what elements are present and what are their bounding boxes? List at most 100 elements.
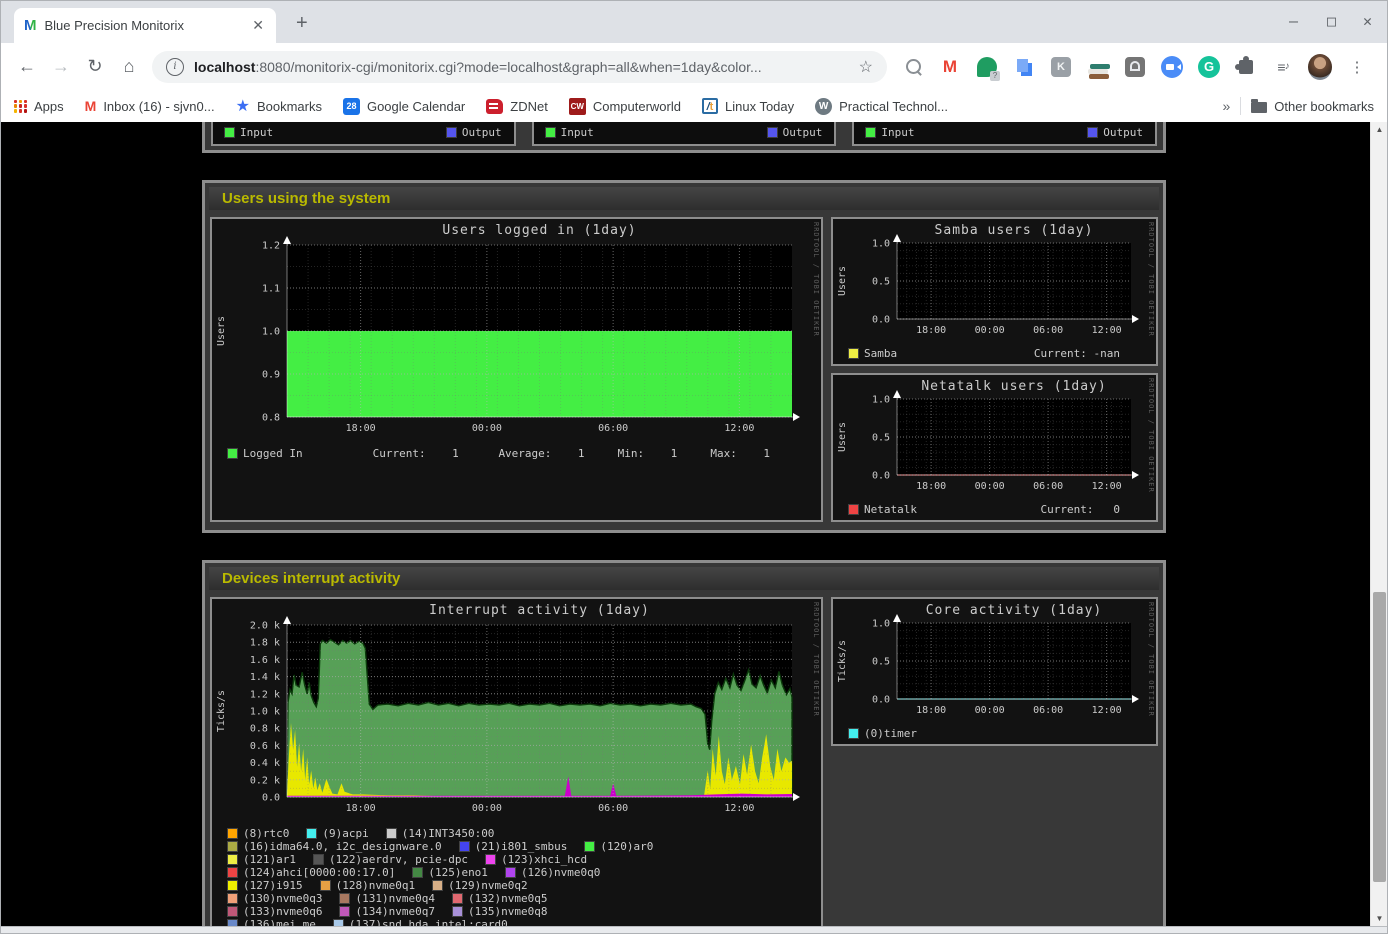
rrdtool-watermark: RRDTOOL / TOBI OETIKER: [1147, 222, 1155, 337]
page-info-icon[interactable]: i: [166, 58, 184, 76]
other-bookmarks[interactable]: Other bookmarks: [1251, 99, 1374, 114]
bookmark-zdnet[interactable]: ZDNet: [486, 99, 548, 114]
legend-item: (125)eno1: [413, 866, 488, 879]
library-extension-icon[interactable]: [1086, 55, 1110, 79]
zoom-camera-extension-icon[interactable]: [1160, 55, 1184, 79]
reload-button[interactable]: ↻: [78, 56, 112, 77]
hangouts-extension-icon[interactable]: [975, 55, 999, 79]
svg-text:12:00: 12:00: [724, 803, 754, 814]
bookmark-inbox[interactable]: MInbox (16) - sjvn0...: [85, 98, 215, 114]
svg-text:18:00: 18:00: [346, 803, 376, 814]
rrdtool-watermark: RRDTOOL / TOBI OETIKER: [812, 602, 820, 717]
zdnet-icon: [486, 99, 503, 114]
chart-legend: (8)rtc0(9)acpi(14)INT3450:00(16)idma64.0…: [212, 826, 821, 927]
home-button[interactable]: ⌂: [112, 56, 146, 77]
svg-text:0.9: 0.9: [262, 370, 280, 381]
svg-text:1.6 k: 1.6 k: [250, 655, 280, 666]
svg-text:Samba users (1day): Samba users (1day): [935, 223, 1094, 238]
svg-text:0.8 k: 0.8 k: [250, 724, 280, 735]
bookmark-computerworld[interactable]: CWComputerworld: [569, 98, 681, 115]
computerworld-icon: CW: [569, 98, 586, 115]
svg-text:1.8 k: 1.8 k: [250, 638, 280, 649]
apps-grid-icon: [14, 100, 27, 113]
window-bottom-edge: [0, 926, 1388, 934]
scroll-up-arrow[interactable]: ▲: [1371, 122, 1388, 138]
page-content: Input Output Input Output Input Output U…: [0, 122, 1371, 927]
svg-text:12:00: 12:00: [1092, 705, 1122, 716]
gmail-extension-icon[interactable]: M: [938, 55, 962, 79]
extensions-puzzle-icon[interactable]: [1234, 55, 1258, 79]
legend-swatch: [506, 868, 515, 877]
svg-text:06:00: 06:00: [598, 803, 628, 814]
svg-text:Ticks/s: Ticks/s: [837, 640, 848, 682]
legend-swatch: [413, 868, 422, 877]
browser-toolbar: ← → ↻ ⌂ i localhost:8080/monitorix-cgi/m…: [0, 43, 1388, 90]
bookmark-google-calendar[interactable]: 28Google Calendar: [343, 98, 465, 115]
legend-current-value: Current: -nan: [1034, 347, 1148, 360]
legend-swatch: [849, 505, 858, 514]
new-tab-button[interactable]: +: [296, 12, 308, 35]
address-bar[interactable]: i localhost:8080/monitorix-cgi/monitorix…: [152, 51, 887, 83]
browser-tab[interactable]: M Blue Precision Monitorix ✕: [14, 8, 276, 43]
chart-users_logged_in: 0.80.91.01.11.218:0000:0006:0012:00Users…: [212, 219, 821, 441]
legend-swatch: [228, 829, 237, 838]
legend-swatch: [228, 907, 237, 916]
grammarly-extension-icon[interactable]: G: [1197, 55, 1221, 79]
legend-swatch: [340, 894, 349, 903]
scrollbar-thumb[interactable]: [1373, 592, 1386, 882]
copy-extension-icon[interactable]: [1012, 55, 1036, 79]
bookmarks-overflow-chevron[interactable]: »: [1223, 98, 1231, 114]
back-button[interactable]: ←: [10, 56, 44, 77]
url-text[interactable]: localhost:8080/monitorix-cgi/monitorix.c…: [194, 59, 851, 75]
gmail-icon: M: [85, 98, 97, 114]
legend-swatch: [585, 842, 594, 851]
legend-item: (133)nvme0q6: [228, 905, 322, 918]
svg-text:0.0: 0.0: [872, 471, 890, 482]
scroll-down-arrow[interactable]: ▼: [1371, 911, 1388, 927]
input-legend-swatch: [546, 128, 555, 137]
bookmark-star-icon[interactable]: ☆: [859, 57, 873, 77]
legend-item: (9)acpi: [307, 827, 368, 840]
search-extension-icon[interactable]: [901, 55, 925, 79]
keepass-extension-icon[interactable]: K: [1049, 55, 1073, 79]
legend-item: Samba: [849, 347, 897, 360]
legend-swatch: [433, 881, 442, 890]
legend-swatch: [486, 855, 495, 864]
rrdtool-watermark: RRDTOOL / TOBI OETIKER: [812, 222, 820, 337]
url-host: localhost: [194, 59, 255, 75]
input-legend-swatch: [866, 128, 875, 137]
bookmark-apps[interactable]: Apps: [14, 99, 64, 114]
window-minimize-button[interactable]: –: [1289, 12, 1298, 30]
legend-item: (123)xhci_hcd: [486, 853, 587, 866]
window-maximize-button[interactable]: □: [1327, 12, 1336, 30]
forward-button[interactable]: →: [44, 56, 78, 77]
legend-swatch: [228, 449, 237, 458]
chart-samba_users: 0.00.51.018:0000:0006:0012:00Samba users…: [833, 219, 1156, 341]
vertical-scrollbar[interactable]: ▲ ▼: [1370, 122, 1388, 927]
svg-text:00:00: 00:00: [975, 325, 1005, 336]
window-close-button[interactable]: ✕: [1363, 12, 1372, 30]
svg-text:0.2 k: 0.2 k: [250, 775, 280, 786]
bookmark-linux-today[interactable]: /tLinux Today: [702, 98, 794, 114]
interrupt-activity-graph: 0.00.2 k0.4 k0.6 k0.8 k1.0 k1.2 k1.4 k1.…: [210, 597, 823, 927]
chart-legend: (0)timer: [833, 726, 1156, 744]
legend-item: (122)aerdrv, pcie-dpc: [314, 853, 468, 866]
svg-text:1.1: 1.1: [262, 284, 280, 295]
gray-extension-icon[interactable]: [1123, 55, 1147, 79]
legend-item: (124)ahci[0000:00:17.0]: [228, 866, 395, 879]
monitorix-favicon: M: [24, 17, 37, 34]
rrdtool-watermark: RRDTOOL / TOBI OETIKER: [1147, 378, 1155, 493]
playlist-extension-icon[interactable]: ≡♪: [1271, 55, 1295, 79]
bookmark-bookmarks[interactable]: ★Bookmarks: [236, 96, 322, 116]
tab-close-icon[interactable]: ✕: [250, 17, 266, 34]
svg-text:1.4 k: 1.4 k: [250, 672, 280, 683]
legend-swatch: [340, 907, 349, 916]
svg-text:1.0: 1.0: [872, 619, 890, 630]
calendar-icon: 28: [343, 98, 360, 115]
bookmark-practical-technology[interactable]: WPractical Technol...: [815, 98, 948, 115]
profile-avatar[interactable]: [1308, 55, 1332, 79]
legend-swatch: [321, 881, 330, 890]
browser-menu-icon[interactable]: ⋮: [1345, 55, 1369, 79]
svg-text:0.6 k: 0.6 k: [250, 741, 280, 752]
net-graph-legend-3: Input Output: [852, 122, 1157, 146]
